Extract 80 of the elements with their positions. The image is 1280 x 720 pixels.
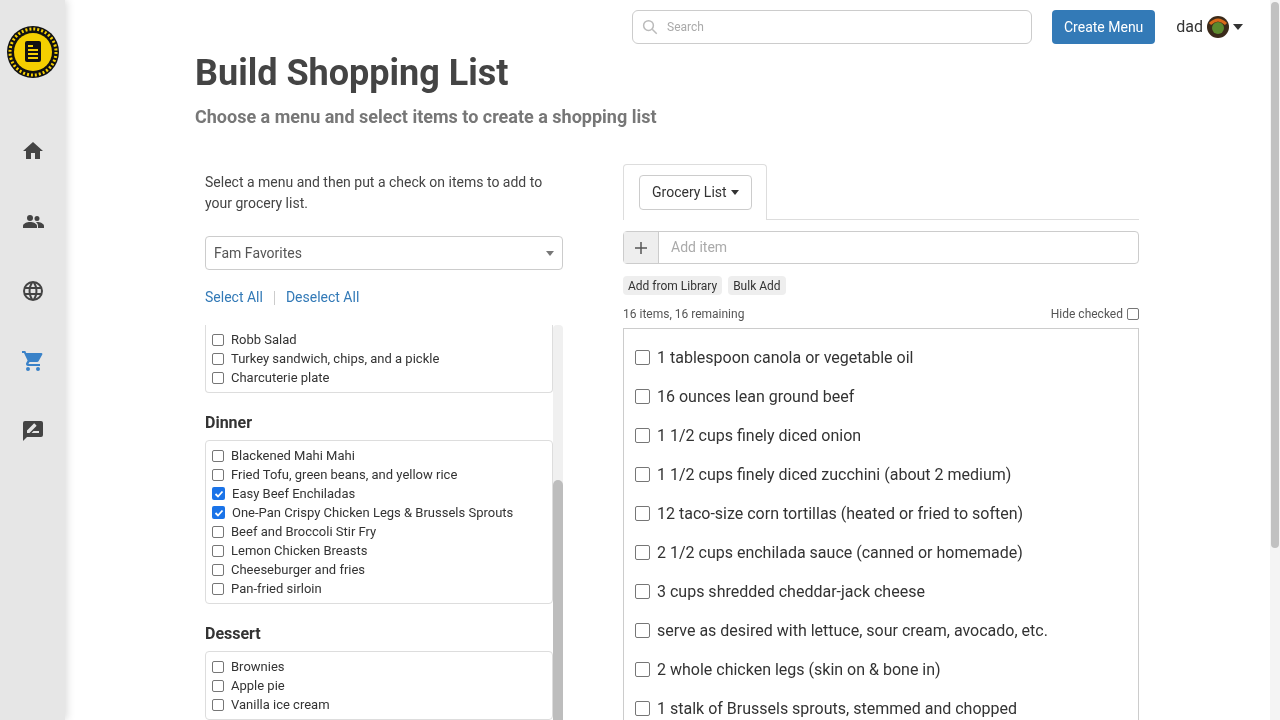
cart-icon[interactable] — [20, 349, 45, 373]
menu-item-label: Cheeseburger and fries — [231, 560, 366, 579]
checkbox[interactable] — [635, 506, 650, 521]
checkbox[interactable] — [635, 701, 650, 716]
create-menu-button[interactable]: Create Menu — [1052, 10, 1156, 44]
grocery-item-label: 2 whole chicken legs (skin on & bone in) — [657, 658, 941, 681]
grocery-list-dropdown[interactable]: Grocery List — [639, 175, 752, 210]
hide-checked-label: Hide checked — [1050, 306, 1123, 323]
menu-item-label: One-Pan Crispy Chicken Legs & Brussels Sprouts — [232, 503, 514, 522]
action-button[interactable]: Bulk Add — [728, 276, 786, 295]
action-button[interactable]: Add from Library — [623, 276, 723, 295]
grocery-item-label: 16 ounces lean ground beef — [657, 385, 855, 408]
item-count: 16 items, 16 remaining — [623, 306, 745, 323]
menu-item-label: Lemon Chicken Breasts — [231, 541, 368, 560]
plus-icon — [635, 241, 647, 254]
select-all-link[interactable]: Select All — [205, 287, 263, 308]
checkbox[interactable] — [212, 679, 224, 692]
checkbox[interactable] — [212, 660, 224, 673]
menu-item-label: Robb Salad — [231, 330, 297, 349]
search-icon — [641, 18, 659, 36]
checkbox[interactable] — [635, 623, 650, 638]
menu-item-label: Charcuterie plate — [231, 368, 330, 387]
grocery-item-label: 1 1/2 cups finely diced zucchini (about 2 medium) — [657, 463, 1012, 486]
checkbox[interactable] — [212, 487, 225, 500]
section-heading: Dinner — [205, 412, 254, 434]
checkbox[interactable] — [212, 525, 224, 538]
grocery-item-label: serve as desired with lettuce, sour cream, avocado, etc. — [657, 619, 1048, 642]
page-scrollbar[interactable] — [1270, 0, 1280, 720]
checkbox[interactable] — [1127, 308, 1139, 320]
deselect-all-link[interactable]: Deselect All — [285, 287, 360, 308]
grocery-item-label: 2 1/2 cups enchilada sauce (canned or homemade) — [657, 541, 1023, 564]
instructions-text: Select a menu and then put a check on items to add to your grocery list. — [205, 173, 544, 213]
user-menu[interactable]: dad — [1176, 15, 1244, 39]
checkbox[interactable] — [212, 468, 224, 481]
menu-item-label: Beef and Broccoli Stir Fry — [231, 522, 377, 541]
menu-item-label: Vanilla ice cream — [231, 695, 330, 714]
checkbox[interactable] — [212, 333, 224, 346]
menu-item-label: Blackened Mahi Mahi — [231, 446, 355, 465]
globe-icon[interactable] — [20, 279, 45, 303]
caret-icon — [1233, 24, 1244, 30]
checkbox[interactable] — [635, 467, 650, 482]
checkbox[interactable] — [212, 352, 224, 365]
checkbox[interactable] — [212, 698, 224, 711]
menu-item-label: Easy Beef Enchiladas — [232, 484, 356, 503]
checkbox[interactable] — [635, 584, 650, 599]
caret-icon — [730, 190, 739, 195]
grocery-item-label: 1 1/2 cups finely diced onion — [657, 424, 862, 447]
checkbox[interactable] — [212, 563, 224, 576]
page-subtitle: Choose a menu and select items to create a shopping list — [195, 105, 657, 129]
checkbox[interactable] — [635, 662, 650, 677]
menu-item-label: Pan-fried sirloin — [231, 579, 322, 598]
grocery-item-label: 12 taco-size corn tortillas (heated or fried to soften) — [657, 502, 1024, 525]
checkbox[interactable] — [635, 350, 650, 365]
checkbox[interactable] — [212, 449, 224, 462]
chat-edit-icon[interactable] — [20, 419, 45, 443]
checkbox[interactable] — [212, 371, 224, 384]
logo-icon[interactable] — [5, 25, 60, 79]
menu-item-label: Turkey sandwich, chips, and a pickle — [231, 349, 440, 368]
search-field[interactable]: Search — [632, 10, 1032, 44]
checkbox[interactable] — [212, 506, 225, 519]
page-title: Build Shopping List — [195, 51, 509, 96]
list-tab[interactable]: Grocery List — [623, 164, 767, 220]
menu-item-label: Fried Tofu, green beans, and yellow rice — [231, 465, 458, 484]
checkbox[interactable] — [635, 389, 650, 404]
menu-select[interactable]: Fam Favorites — [205, 236, 563, 270]
checkbox[interactable] — [635, 545, 650, 560]
scrollbar[interactable] — [553, 325, 563, 720]
checkbox[interactable] — [212, 544, 224, 557]
menu-item-label: Brownies — [231, 657, 285, 676]
grocery-item-label: 3 cups shredded cheddar-jack cheese — [657, 580, 925, 603]
checkbox[interactable] — [212, 582, 224, 595]
caret-icon — [546, 250, 554, 256]
add-button[interactable] — [624, 232, 659, 263]
section-heading: Dessert — [205, 623, 262, 645]
menu-item-label: Apple pie — [231, 676, 285, 695]
checkbox[interactable] — [635, 428, 650, 443]
grocery-item-label: 1 stalk of Brussels sprouts, stemmed and chopped — [657, 697, 1017, 720]
grocery-item-label: 1 tablespoon canola or vegetable oil — [657, 346, 914, 369]
avatar-icon — [1207, 16, 1230, 38]
search-input[interactable]: Search — [667, 18, 1023, 36]
